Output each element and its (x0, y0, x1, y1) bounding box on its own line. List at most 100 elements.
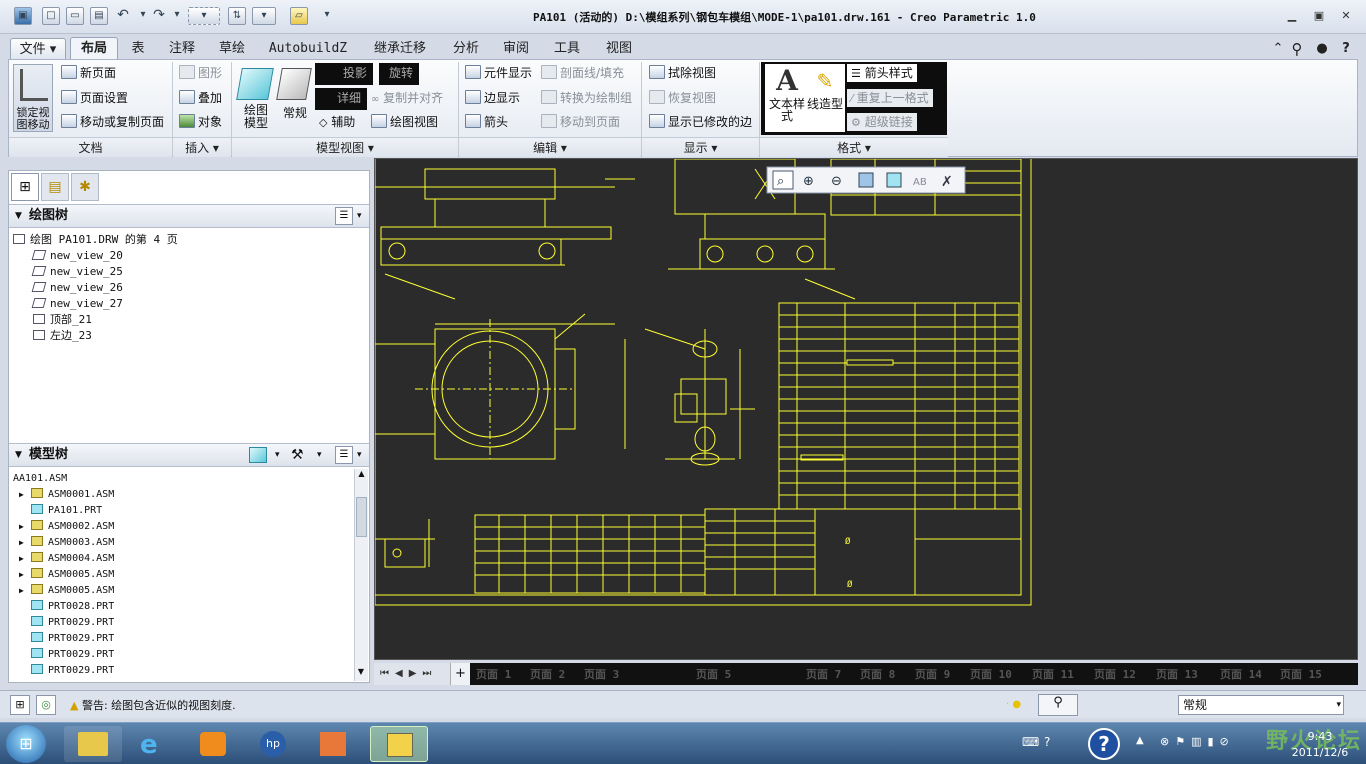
model-tree-item[interactable]: ▶ ASM0002.ASM (13, 519, 114, 535)
copy-align-button[interactable]: ∞ 复制并对齐 (371, 89, 443, 107)
graphic-button[interactable]: 图形 (179, 64, 222, 82)
app-taskbar-icon[interactable] (304, 726, 362, 762)
erase-view-button[interactable]: 拭除视图 (649, 64, 716, 82)
new-file-icon[interactable]: □ (42, 7, 60, 25)
collapse-arrow-icon[interactable]: ▼ (15, 205, 22, 227)
expand-arrow-icon[interactable]: ▶ (19, 487, 31, 503)
model-tree-item[interactable]: PRT0029.PRT (13, 647, 114, 663)
scroll-thumb[interactable] (356, 497, 367, 537)
auxiliary-button[interactable]: ◇ 辅助 (319, 113, 355, 131)
tab-sketch[interactable]: 草绘 (208, 38, 256, 60)
folder-icon[interactable]: ▱ (290, 7, 308, 25)
edge-display-button[interactable]: 边显示 (465, 89, 520, 107)
arrow-button[interactable]: 箭头 (465, 113, 508, 131)
model-tree-tab-icon[interactable]: ⊞ (11, 173, 39, 201)
tree-item[interactable]: 顶部_21 (13, 312, 178, 328)
drawing-tree-root[interactable]: 绘图 PA101.DRW 的第 4 页 (13, 232, 178, 248)
line-style-button[interactable]: ✎ 线造型 (805, 64, 845, 132)
tree-settings-icon[interactable]: ☰ (335, 446, 353, 464)
add-page-button[interactable]: + (450, 663, 470, 685)
lock-view-move-button[interactable]: 锁定视图移动 (13, 64, 53, 132)
creo-taskbar-icon[interactable] (370, 726, 428, 762)
tab-autobuildz[interactable]: AutobuildZ (258, 38, 358, 60)
page-tab[interactable]: 页面 3 (584, 666, 619, 682)
element-display-button[interactable]: 元件显示 (465, 64, 532, 82)
tab-tools[interactable]: 工具 (542, 38, 592, 60)
new-page-button[interactable]: 新页面 (61, 64, 116, 82)
page-tab[interactable]: 页面 9 (915, 666, 950, 682)
projection-button[interactable]: 投影 (315, 63, 373, 85)
page-tab[interactable]: 页面 2 (530, 666, 565, 682)
community-icon[interactable]: ● (1313, 38, 1331, 60)
tools-icon[interactable]: ⚒ (291, 444, 304, 466)
ie-taskbar-icon[interactable]: e (124, 726, 182, 762)
page-tab[interactable]: 页面 10 (970, 666, 1012, 682)
collapse-ribbon-icon[interactable]: ⌃ (1270, 38, 1286, 60)
group-label-format[interactable]: 格式 ▾ (760, 137, 948, 157)
model-tree-item[interactable]: ▶ ASM0003.ASM (13, 535, 114, 551)
general-view-button[interactable]: 常规 (279, 104, 311, 121)
page-tab[interactable]: 页面 11 (1032, 666, 1074, 682)
arrow-style-button[interactable]: ☰ 箭头样式 (847, 64, 917, 82)
tree-settings-dropdown-icon[interactable]: ▾ (357, 205, 362, 227)
overlay-button[interactable]: 叠加 (179, 89, 222, 107)
model-display-icon[interactable] (249, 447, 267, 463)
expand-arrow-icon[interactable]: ▶ (19, 583, 31, 599)
detail-button[interactable]: 详细 (315, 88, 367, 110)
open-folder-icon[interactable]: ▭ (66, 7, 84, 25)
tree-item[interactable]: 左边_23 (13, 328, 178, 344)
page-tab[interactable]: 页面 1 (476, 666, 511, 682)
redo-dropdown-icon[interactable]: ▾ (168, 7, 186, 25)
redo-icon[interactable]: ↷ (150, 7, 168, 25)
tray-expand-icon[interactable]: ▲ (1136, 735, 1144, 746)
page-tab[interactable]: 页面 5 (696, 666, 731, 682)
model-tree-item[interactable]: PRT0029.PRT (13, 663, 114, 679)
collapse-arrow-icon[interactable]: ▼ (15, 444, 22, 466)
select-box-icon[interactable]: ▾ (188, 7, 220, 25)
tree-item[interactable]: new_view_26 (13, 280, 178, 296)
customize-dropdown-icon[interactable]: ▾ (318, 7, 336, 25)
page-tab[interactable]: 页面 13 (1156, 666, 1198, 682)
keyboard-icon[interactable]: ⌨ (1022, 735, 1039, 749)
model-display-dropdown-icon[interactable]: ▾ (275, 444, 280, 466)
tab-view[interactable]: 视图 (594, 38, 644, 60)
scroll-down-icon[interactable]: ▼ (355, 667, 367, 681)
page-tab[interactable]: 页面 15 (1280, 666, 1322, 682)
text-style-button[interactable]: A 文本样式 (765, 64, 809, 132)
browser-toggle-icon[interactable]: ◎ (36, 695, 56, 715)
regenerate-icon[interactable]: ⇅ (228, 7, 246, 25)
tree-item[interactable]: new_view_20 (13, 248, 178, 264)
model-tree-scrollbar[interactable]: ▲ ▼ (354, 469, 368, 681)
page-setup-button[interactable]: 页面设置 (61, 89, 128, 107)
maximize-button[interactable]: ▣ (1311, 9, 1327, 23)
tray-help-icon[interactable]: ? (1044, 735, 1050, 749)
expand-arrow-icon[interactable]: ▶ (19, 535, 31, 551)
model-tree-item[interactable]: ▶ ASM0004.ASM (13, 551, 114, 567)
help-icon[interactable]: ? (1337, 38, 1355, 60)
tab-legacy-migration[interactable]: 继承迁移 (360, 38, 440, 60)
selection-filter-select[interactable]: 常规 ▾ (1178, 695, 1344, 715)
explorer-taskbar-icon[interactable] (64, 726, 122, 762)
model-tree-item[interactable]: PRT0028.PRT (13, 599, 114, 615)
model-tree-item[interactable]: ▶ ASM0005.ASM (13, 567, 114, 583)
tools-dropdown-icon[interactable]: ▾ (317, 444, 322, 466)
clock-time[interactable]: 9:43 (1290, 730, 1350, 743)
favorites-tab-icon[interactable]: ✱ (71, 173, 99, 201)
find-button[interactable]: ⚲ (1038, 694, 1078, 716)
drawing-canvas[interactable]: Ø Ø ⌕ ⊕ ⊖ AB ✗ (374, 158, 1358, 660)
tab-file[interactable]: 文件 ▾ (10, 38, 66, 60)
start-button[interactable]: ⊞ (6, 725, 46, 763)
model-tree-item[interactable]: PRT0029.PRT (13, 631, 114, 647)
expand-arrow-icon[interactable]: ▶ (19, 519, 31, 535)
hyperlink-button[interactable]: ⚙ 超级链接 (847, 113, 917, 131)
filter-dropdown-icon[interactable]: ▾ (1336, 696, 1341, 714)
rotate-button[interactable]: 旋转 (379, 63, 419, 85)
tab-table[interactable]: 表 (120, 38, 156, 60)
page-tab[interactable]: 页面 14 (1220, 666, 1262, 682)
show-modified-edges-button[interactable]: 显示已修改的边 (649, 113, 752, 131)
scroll-up-icon[interactable]: ▲ (355, 469, 368, 483)
tree-item[interactable]: new_view_25 (13, 264, 178, 280)
model-tree-item[interactable]: PRT0029.PRT (13, 615, 114, 631)
move-to-page-button[interactable]: 移动到页面 (541, 113, 620, 131)
model-tree-item[interactable]: ▶ ASM0005.ASM (13, 583, 114, 599)
